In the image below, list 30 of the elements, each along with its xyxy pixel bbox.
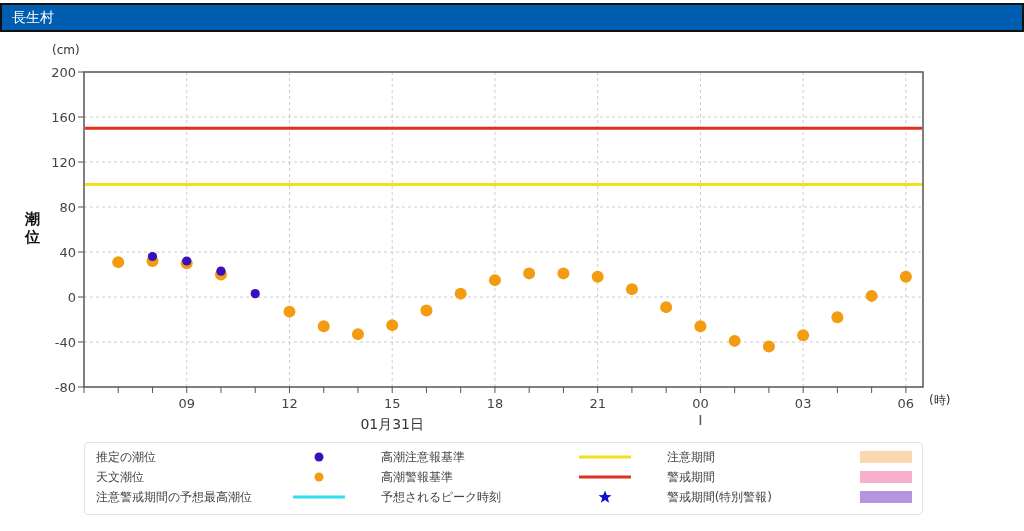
legend-label: 高潮警報基準 xyxy=(381,468,454,486)
y-tick-label: 0 xyxy=(67,290,76,305)
y-tick-label: 120 xyxy=(51,155,76,170)
legend-label: 予想されるピーク時刻 xyxy=(381,488,502,506)
legend-label: 注意期間 xyxy=(666,448,715,466)
x-tick-label: 00 xyxy=(692,396,709,411)
x-tick-label: 09 xyxy=(178,396,195,411)
x-tick-label: 21 xyxy=(589,396,606,411)
location-title: 長生村 xyxy=(12,8,54,27)
y-tick-label: 80 xyxy=(59,200,76,215)
y-tick-label: 40 xyxy=(59,245,76,260)
y-unit-label: (cm) xyxy=(52,43,80,57)
y-tick-label: -40 xyxy=(54,335,76,350)
y-axis-label: 潮位 xyxy=(24,209,40,246)
y-tick-label: 200 xyxy=(51,65,76,80)
x-tick-label: 15 xyxy=(383,396,401,411)
x-tick-label: 18 xyxy=(486,396,504,411)
y-tick-label: 160 xyxy=(51,110,76,125)
legend-label: 警戒期間 xyxy=(666,468,715,486)
x-tick-label: 03 xyxy=(794,396,812,411)
x-tick-label: 12 xyxy=(281,396,298,411)
x-tick-label: 06 xyxy=(897,396,915,411)
legend-label: 天文潮位 xyxy=(96,468,144,486)
legend-label: 注意警戒期間の予想最高潮位 xyxy=(96,488,252,506)
legend-label: 警戒期間(特別警報) xyxy=(666,488,773,506)
y-tick-label: -80 xyxy=(54,380,76,395)
x-unit-label: (時) xyxy=(929,393,951,407)
legend-label: 推定の潮位 xyxy=(96,448,156,466)
date-label: 01月31日 xyxy=(360,416,424,432)
legend-label: 高潮注意報基準 xyxy=(381,448,466,466)
